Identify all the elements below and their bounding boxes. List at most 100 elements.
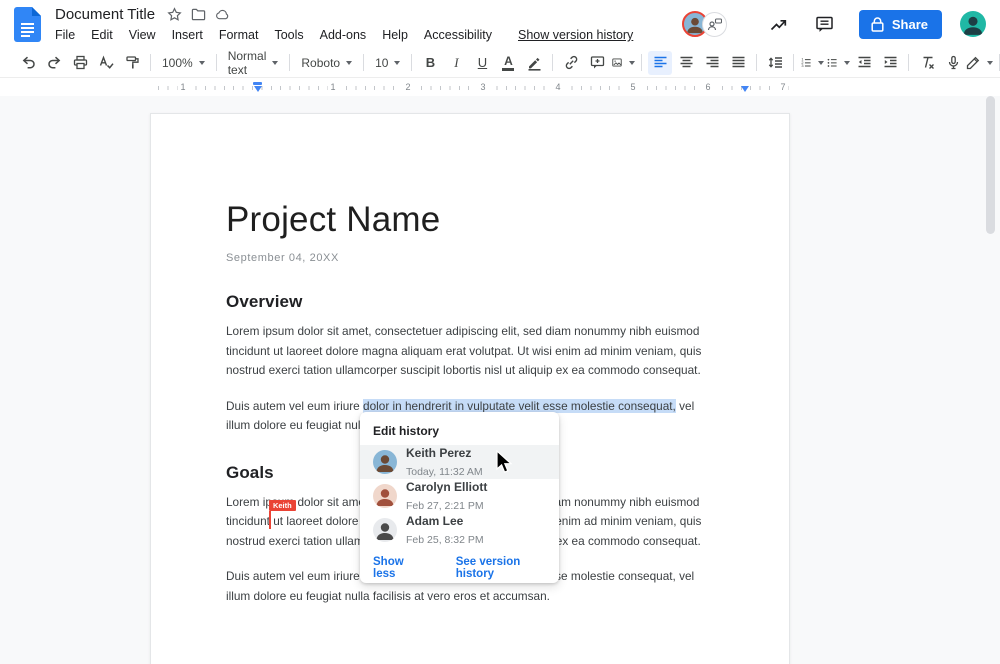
left-indent-marker[interactable]	[253, 82, 262, 92]
divider	[289, 54, 290, 71]
app-header: Document Title File Edit View Insert For…	[0, 0, 1000, 48]
lock-icon	[871, 17, 884, 32]
decrease-indent-button[interactable]	[852, 51, 876, 75]
divider	[216, 54, 217, 71]
menu-format[interactable]: Format	[211, 28, 267, 42]
menu-bar: File Edit View Insert Format Tools Add-o…	[55, 25, 633, 45]
line-spacing-button[interactable]	[763, 51, 787, 75]
redo-button[interactable]	[42, 51, 66, 75]
ruler-number: 7	[777, 81, 788, 93]
selected-text: dolor in hendrerit in vulputate velit es…	[363, 399, 676, 413]
ruler[interactable]: 1 1 2 3 4 5 6 7	[0, 79, 1000, 96]
chevron-down-icon	[394, 61, 400, 65]
bulleted-list-button[interactable]	[826, 51, 850, 75]
italic-button[interactable]: I	[444, 51, 468, 75]
open-comments-icon[interactable]	[813, 12, 837, 36]
entry-avatar	[373, 484, 397, 508]
google-docs-app: Document Title File Edit View Insert For…	[0, 0, 1000, 664]
document-title[interactable]: Document Title	[55, 6, 155, 23]
clear-formatting-button[interactable]	[915, 51, 939, 75]
share-label: Share	[892, 17, 928, 32]
menu-help[interactable]: Help	[374, 28, 416, 42]
ruler-number: 1	[177, 81, 188, 93]
justify-button[interactable]	[726, 51, 750, 75]
show-less-link[interactable]: Show less	[373, 556, 428, 580]
underline-button[interactable]: U	[470, 51, 494, 75]
menu-addons[interactable]: Add-ons	[312, 28, 375, 42]
svg-text:3: 3	[802, 63, 804, 68]
edit-history-entry[interactable]: Carolyn ElliottFeb 27, 2:21 PM	[360, 479, 559, 513]
caret-name-flag: Keith	[269, 500, 296, 511]
ruler-number: 2	[402, 81, 413, 93]
docs-logo-icon[interactable]	[14, 7, 41, 42]
insert-image-button[interactable]	[611, 51, 635, 75]
bold-button[interactable]: B	[418, 51, 442, 75]
align-left-button[interactable]	[648, 51, 672, 75]
increase-indent-button[interactable]	[878, 51, 902, 75]
cloud-saved-icon[interactable]	[215, 7, 230, 22]
chevron-down-icon	[199, 61, 205, 65]
entry-time: Feb 27, 2:21 PM	[406, 500, 484, 512]
menu-accessibility[interactable]: Accessibility	[416, 28, 500, 42]
doc-title[interactable]: Project Name	[226, 199, 709, 241]
add-comment-button[interactable]	[585, 51, 609, 75]
ruler-number: 1	[327, 81, 338, 93]
divider	[908, 54, 909, 71]
entry-name: Adam Lee	[406, 514, 463, 528]
show-version-history-link[interactable]: Show version history	[518, 28, 633, 42]
entry-avatar	[373, 518, 397, 542]
insert-link-button[interactable]	[559, 51, 583, 75]
undo-button[interactable]	[16, 51, 40, 75]
menu-insert[interactable]: Insert	[164, 28, 211, 42]
edit-history-popup: Edit history Keith PerezToday, 11:32 AM …	[360, 412, 559, 583]
paragraph-style-select[interactable]: Normal text	[223, 51, 284, 75]
paint-format-button[interactable]	[120, 51, 144, 75]
ruler-number: 4	[552, 81, 563, 93]
edit-history-entry[interactable]: Adam LeeFeb 25, 8:32 PM	[360, 513, 559, 547]
share-button[interactable]: Share	[859, 10, 942, 39]
align-center-button[interactable]	[674, 51, 698, 75]
right-indent-marker[interactable]	[741, 86, 749, 92]
numbered-list-button[interactable]: 123	[800, 51, 824, 75]
join-call-badge-icon[interactable]	[702, 12, 727, 37]
font-size-value: 10	[375, 56, 388, 70]
overview-paragraph[interactable]: Lorem ipsum dolor sit amet, consectetuer…	[226, 322, 706, 381]
highlight-color-button[interactable]	[522, 51, 546, 75]
font-family-select[interactable]: Roboto	[296, 51, 357, 75]
text-color-a: A	[504, 55, 513, 67]
divider	[363, 54, 364, 71]
zoom-select[interactable]: 100%	[157, 51, 210, 75]
divider	[641, 54, 642, 71]
spellcheck-button[interactable]	[94, 51, 118, 75]
chevron-down-icon	[346, 61, 352, 65]
align-right-button[interactable]	[700, 51, 724, 75]
voice-typing-button[interactable]	[941, 51, 965, 75]
document-canvas: Project Name September 04, 20XX Overview…	[0, 96, 1000, 664]
menu-file[interactable]: File	[55, 28, 83, 42]
menu-view[interactable]: View	[121, 28, 164, 42]
move-folder-icon[interactable]	[191, 7, 206, 22]
font-size-select[interactable]: 10	[370, 51, 405, 75]
divider	[150, 54, 151, 71]
see-version-history-link[interactable]: See version history	[456, 556, 559, 580]
caret-line	[269, 511, 271, 529]
overview-heading[interactable]: Overview	[226, 291, 709, 313]
divider	[411, 54, 412, 71]
editing-mode-button[interactable]	[965, 51, 993, 75]
chevron-down-icon	[844, 61, 850, 65]
divider	[793, 54, 794, 71]
star-icon[interactable]	[167, 7, 182, 22]
activity-dashboard-icon[interactable]	[767, 12, 791, 36]
menu-tools[interactable]: Tools	[266, 28, 311, 42]
selection-pre-text: Duis autem vel eum iriure	[226, 399, 363, 413]
vertical-scrollbar[interactable]	[986, 96, 995, 234]
color-swatch	[502, 68, 514, 71]
overview-text: Lorem ipsum dolor sit amet, consectetuer…	[226, 324, 701, 377]
font-family-value: Roboto	[301, 56, 340, 70]
menu-edit[interactable]: Edit	[83, 28, 121, 42]
edit-history-entry[interactable]: Keith PerezToday, 11:32 AM	[360, 445, 559, 479]
profile-avatar[interactable]	[960, 11, 986, 37]
doc-date[interactable]: September 04, 20XX	[226, 251, 709, 265]
print-button[interactable]	[68, 51, 92, 75]
text-color-button[interactable]: A	[496, 51, 520, 75]
